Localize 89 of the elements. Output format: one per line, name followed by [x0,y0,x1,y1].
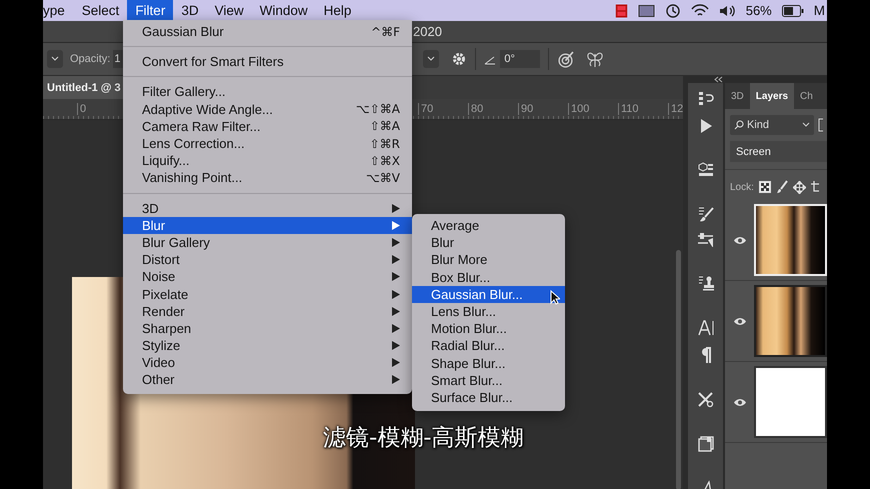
cube-properties-icon [698,162,714,178]
crop-icon [810,180,819,194]
menu-item[interactable]: Lens Correction... ⇧⌘R [123,134,412,152]
lock-label: Lock: [730,182,754,192]
layer-thumbnail[interactable] [754,366,827,438]
menu-item[interactable]: Camera Raw Filter... ⇧⌘A [123,118,412,135]
opacity-label: Opacity: [70,53,110,65]
play-icon [698,118,712,134]
menu-item[interactable]: Lens Blur... [412,302,565,320]
menu-item[interactable]: Shape Blur... [412,354,565,372]
menu-item[interactable]: Gaussian Blur ^⌘F [123,23,412,40]
scrollbar-thumb[interactable] [676,250,681,489]
menu-item[interactable]: Blur More [412,251,565,269]
menu-item[interactable]: Box Blur... [412,268,565,286]
menu-item[interactable]: Blur Gallery [123,234,412,252]
document-tab[interactable]: Untitled-1 @ 3 [43,76,123,99]
ruler-label: 110 [618,103,668,115]
panel-tab[interactable]: Layers [750,83,794,109]
menu-item[interactable]: Average [412,217,565,234]
chevron-down-icon [51,56,59,62]
menu-item[interactable]: Radial Blur... [412,337,565,354]
character-icon [698,319,714,336]
clock-icon [664,2,681,18]
dropdown-button[interactable] [47,50,63,68]
menu-item[interactable]: Pixelate [123,285,412,303]
battery-icon [782,4,804,16]
menu-item[interactable]: Vanishing Point... ⌥⌘V [123,169,412,186]
tools-icon [697,391,714,408]
display-icon [638,4,655,16]
mouse-pointer-icon [550,290,560,305]
window-title: 2020 [413,24,442,39]
brush-icon [776,180,788,194]
dropdown-button[interactable] [423,50,440,68]
menu-item[interactable]: Render [123,302,412,320]
menu-item[interactable]: Filter Gallery... [123,83,412,101]
wifi-icon [690,4,709,18]
menu-bar-item[interactable]: M [814,3,825,18]
angle-field[interactable]: 0° [500,50,540,68]
menu-item[interactable]: Other [123,371,412,389]
brush-settings-icon [698,206,714,222]
ruler-label: 100 [568,103,618,115]
chevron-down-icon [802,122,810,128]
menu-bar-item[interactable]: Window [252,0,316,21]
menu-item[interactable]: Blur [412,234,565,252]
menu-item[interactable]: Gaussian Blur... [412,286,565,303]
menu-item[interactable]: 3D [123,200,412,217]
menu-bar-item[interactable]: Filter [127,0,174,21]
adjustment-sliders-icon [697,233,714,247]
ruler-label: 90 [518,103,568,115]
menu-item[interactable]: Blur [123,216,412,234]
paragraph-icon [700,347,712,363]
lock-pixels-icon [758,181,771,193]
butterfly-icon [586,50,604,68]
panel-tab[interactable]: 3D [725,83,750,109]
menu-bar-item[interactable]: 3D [173,0,207,21]
battery-percentage: 56% [746,3,772,18]
menu-item[interactable]: Motion Blur... [412,320,565,338]
clone-stamp-icon [698,275,714,291]
chevron-down-icon [427,56,436,62]
menu-bar-item[interactable]: Help [316,0,360,21]
photo-placeholder[interactable] [754,285,827,357]
move-icon [792,180,806,194]
settings-icon [451,51,468,67]
volume-icon [718,4,736,18]
collapse-icon [714,76,723,83]
menu-item[interactable]: Adaptive Wide Angle... ⌥⇧⌘A [123,100,412,118]
menu-item[interactable]: Smart Blur... [412,372,565,389]
menu-item[interactable]: Stylize [123,337,412,354]
search-icon [734,120,744,130]
filter-toggle-icon [818,118,824,132]
layer-comps-icon [698,436,714,452]
menu-item[interactable]: Sharpen [123,320,412,337]
target-brush-icon [557,50,574,68]
menu-item[interactable]: Video [123,354,412,372]
menu-bar-item[interactable]: View [206,0,252,21]
menu-bar-item[interactable]: ype [43,0,73,21]
menu-item[interactable]: Distort [123,251,412,268]
menu-item[interactable]: Liquify... ⇧⌘X [123,152,412,170]
subtitle-caption: 滤镜-模糊-高斯模糊 [323,424,524,453]
panel-tab[interactable]: Ch [794,83,819,109]
menu-item[interactable]: Surface Blur... [412,388,565,406]
blend-mode-dropdown[interactable]: Screen [730,141,827,162]
menu-bar-item[interactable]: Select [74,0,128,21]
menu-item[interactable]: Noise [123,268,412,286]
filter-kind-dropdown[interactable]: Kind [730,115,814,135]
film-icon [614,2,628,18]
ruler-label: 70 [418,103,468,115]
ruler-label: 80 [468,103,518,115]
history-icon [698,91,714,107]
